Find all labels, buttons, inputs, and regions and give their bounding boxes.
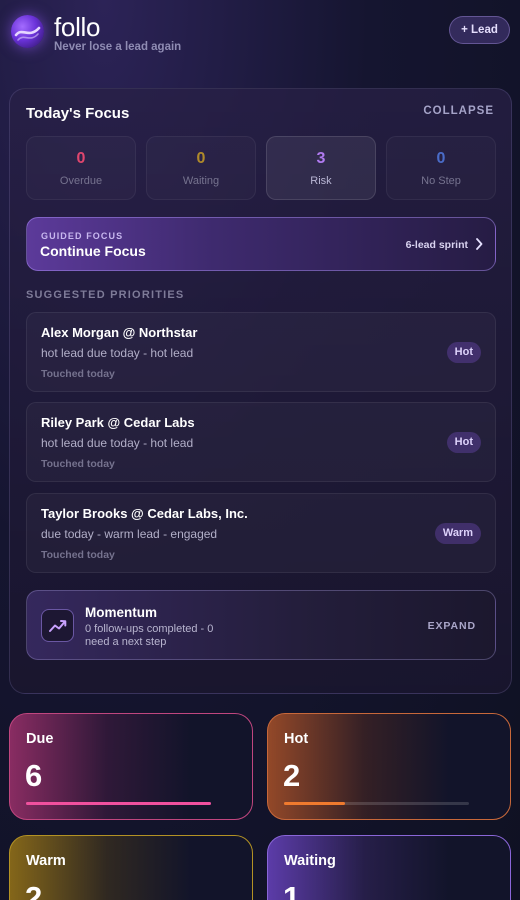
metric-card-due[interactable]: Due 6 [9,713,253,820]
guided-title: Continue Focus [40,243,146,259]
stat-value: 3 [316,150,326,167]
stat-risk[interactable]: 3 Risk [266,136,376,200]
momentum-title: Momentum [85,605,157,620]
momentum-card[interactable]: Momentum 0 follow-ups completed - 0 need… [26,590,496,660]
lead-name: Alex Morgan @ Northstar [41,325,198,340]
chevron-right-icon [475,238,483,253]
expand-button[interactable]: EXPAND [428,620,476,632]
progress-fill [284,802,346,805]
metric-label: Warm [26,853,66,869]
todays-focus-panel: Today's Focus COLLAPSE 0 Overdue 0 Waiti… [9,88,512,694]
lead-description: hot lead due today - hot lead [41,346,194,360]
logo-icon [11,15,44,48]
panel-title: Today's Focus [26,105,130,122]
collapse-button[interactable]: COLLAPSE [423,105,494,117]
metric-value: 1 [283,880,301,900]
app-name: follo [54,12,101,42]
lead-description: due today - warm lead - engaged [41,527,218,541]
metric-value: 2 [25,880,43,900]
section-label: SUGGESTED PRIORITIES [26,289,185,301]
touched-label: Touched today [41,458,115,470]
lead-description: hot lead due today - hot lead [41,436,194,450]
trend-up-icon [41,609,74,642]
stat-label: Waiting [182,175,220,187]
add-lead-button[interactable]: + Lead [449,16,510,44]
sprint-label: 6-lead sprint [405,239,468,251]
lead-name: Taylor Brooks @ Cedar Labs, Inc. [41,506,248,521]
stat-label: Risk [310,175,332,187]
metric-card-warm[interactable]: Warm 2 [9,835,253,900]
app-header: follo Never lose a lead again + Lead [0,0,520,70]
progress-track [26,802,211,805]
temperature-badge: Hot [446,432,481,453]
touched-label: Touched today [41,549,115,561]
priority-card[interactable]: Taylor Brooks @ Cedar Labs, Inc. due tod… [26,493,496,573]
guided-focus-button[interactable]: GUIDED FOCUS Continue Focus 6-lead sprin… [26,217,496,271]
metric-label: Waiting [284,853,336,869]
progress-fill [26,802,211,805]
guided-kicker: GUIDED FOCUS [41,231,124,241]
metric-label: Hot [284,731,309,747]
lead-name: Riley Park @ Cedar Labs [41,415,195,430]
priority-card[interactable]: Alex Morgan @ Northstar hot lead due tod… [26,312,496,392]
stat-label: No Step [421,175,461,187]
stat-value: 0 [76,150,86,167]
app-tagline: Never lose a lead again [54,41,182,53]
metric-card-waiting[interactable]: Waiting 1 [267,835,511,900]
metric-value: 2 [283,758,301,793]
stat-waiting[interactable]: 0 Waiting [146,136,256,200]
stat-no-step[interactable]: 0 No Step [386,136,496,200]
stat-value: 0 [196,150,206,167]
progress-track [284,802,469,805]
metric-label: Due [26,731,54,747]
stat-value: 0 [436,150,446,167]
metric-value: 6 [25,758,43,793]
temperature-badge: Warm [434,523,481,544]
momentum-description: 0 follow-ups completed - 0 need a next s… [85,623,214,648]
touched-label: Touched today [41,368,115,380]
stat-label: Overdue [59,175,103,187]
stat-overdue[interactable]: 0 Overdue [26,136,136,200]
priority-card[interactable]: Riley Park @ Cedar Labs hot lead due tod… [26,402,496,482]
temperature-badge: Hot [446,342,481,363]
metric-card-hot[interactable]: Hot 2 [267,713,511,820]
